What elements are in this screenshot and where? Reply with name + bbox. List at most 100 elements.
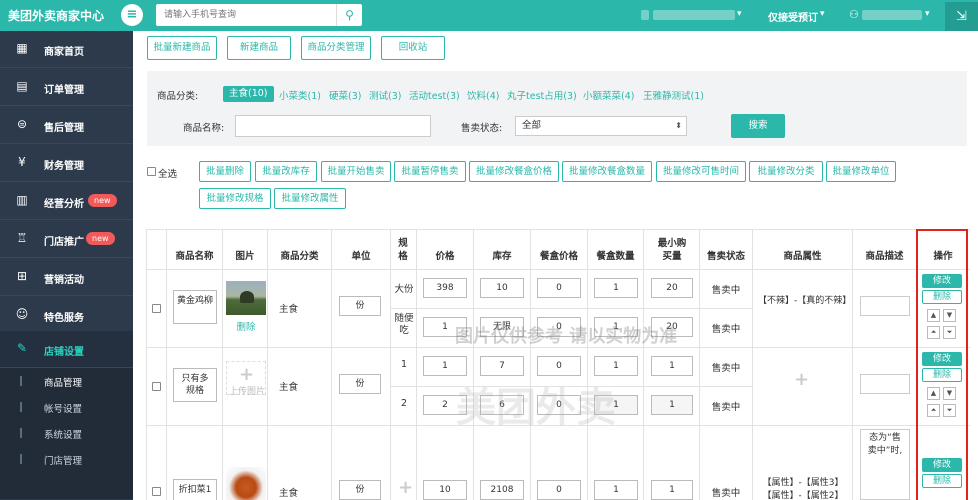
add-attribute-icon[interactable]: + xyxy=(794,369,809,390)
after-sales-icon: ⊜ xyxy=(16,117,28,131)
batch-category-button[interactable]: 批量修改分类 xyxy=(749,161,823,182)
sidebar-item-store-settings[interactable]: ✎ 店铺设置 xyxy=(0,331,133,368)
batch-create-button[interactable]: 批量新建商品 xyxy=(147,36,217,60)
unit-input[interactable]: 份 xyxy=(339,480,381,500)
product-name-input[interactable] xyxy=(235,115,431,137)
batch-spec-button[interactable]: 批量修改规格 xyxy=(199,188,271,209)
batch-delete-button[interactable]: 批量删除 xyxy=(199,161,251,182)
stock-input[interactable]: 2108 xyxy=(480,480,524,500)
batch-start-sale-button[interactable]: 批量开始售卖 xyxy=(321,161,391,182)
stock-input[interactable]: 10 xyxy=(480,278,524,298)
min-buy-input[interactable]: 1 xyxy=(651,395,693,415)
category-link[interactable]: 活动test(3) xyxy=(409,88,460,102)
submenu-item-products[interactable]: 商品管理 xyxy=(44,375,82,389)
sidebar-item-promotion[interactable]: ♖ 门店推广 new xyxy=(0,221,133,258)
category-manage-button[interactable]: 商品分类管理 xyxy=(301,36,371,60)
search-submit-button[interactable]: 搜索 xyxy=(731,114,785,138)
top-header: 美团外卖商家中心 ≡ ⚲ ▾ 仅接受预订 ▾ ⚇ ▾ ⇲ xyxy=(0,0,978,31)
recycle-bin-button[interactable]: 回收站 xyxy=(381,36,445,60)
category-link[interactable]: 小菜类(1) xyxy=(279,88,321,102)
row-checkbox[interactable] xyxy=(152,304,161,313)
submenu-item-account[interactable]: 帐号设置 xyxy=(44,401,82,415)
sidebar-item-orders[interactable]: ▤ 订单管理 xyxy=(0,69,133,106)
app-title: 美团外卖商家中心 xyxy=(8,9,105,23)
order-icon: ▤ xyxy=(16,79,28,93)
product-name-box[interactable]: 黄金鸡柳 xyxy=(173,290,217,324)
unit-value: 份 xyxy=(355,301,365,311)
batch-box-price-button[interactable]: 批量修改餐盒价格 xyxy=(469,161,559,182)
price-input[interactable]: 398 xyxy=(423,278,467,298)
batch-attribute-button[interactable]: 批量修改属性 xyxy=(274,188,346,209)
description-input[interactable] xyxy=(860,296,910,316)
spec-row-sep xyxy=(390,308,752,309)
category-link[interactable]: 王雅静测试(1) xyxy=(643,88,704,102)
category-link[interactable]: 饮料(4) xyxy=(467,88,499,102)
col-header-name: 商品名称 xyxy=(175,251,214,262)
chevron-down-icon[interactable]: ▾ xyxy=(925,9,930,19)
chevron-down-icon[interactable]: ▾ xyxy=(820,9,825,19)
image-delete-link[interactable]: 删除 xyxy=(230,319,262,333)
submenu-item-system[interactable]: 系统设置 xyxy=(44,427,82,441)
status-select[interactable]: 全部 ⬍ xyxy=(515,116,687,136)
sidebar-item-services[interactable]: ☺ 特色服务 xyxy=(0,297,133,334)
product-name-label: 商品名称: xyxy=(183,123,225,134)
product-name-box[interactable]: 只有多规格 xyxy=(173,368,217,402)
batch-sale-time-button[interactable]: 批量修改可售时间 xyxy=(656,161,746,182)
category-link[interactable]: 测试(3) xyxy=(369,88,401,102)
box-price-input[interactable]: 0 xyxy=(537,356,581,376)
chart-icon: ▥ xyxy=(16,193,28,207)
box-price-input[interactable]: 0 xyxy=(537,278,581,298)
min-buy-input[interactable]: 20 xyxy=(651,278,693,298)
unit-input[interactable]: 份 xyxy=(339,296,381,316)
row-checkbox[interactable] xyxy=(152,487,161,496)
description-textarea[interactable]: 态为“售卖中”时, xyxy=(860,429,910,500)
box-qty-input[interactable]: 1 xyxy=(594,356,638,376)
product-name-box[interactable]: 折扣菜1 xyxy=(173,479,217,500)
row-checkbox[interactable] xyxy=(152,382,161,391)
search-button[interactable]: ⚲ xyxy=(336,4,362,26)
booking-mode-dropdown[interactable]: 仅接受预订 xyxy=(768,9,818,24)
product-category: 主食 xyxy=(279,488,299,499)
sidebar-item-label: 门店推广 xyxy=(44,237,84,248)
unit-input[interactable]: 份 xyxy=(339,374,381,394)
box-price-input[interactable]: 0 xyxy=(537,480,581,500)
batch-unit-button[interactable]: 批量修改单位 xyxy=(826,161,896,182)
category-main-food[interactable]: 主食(10) xyxy=(223,86,274,102)
box-qty-input[interactable]: 1 xyxy=(594,480,638,500)
sidebar-item-after-sales[interactable]: ⊜ 售后管理 xyxy=(0,107,133,144)
col-header-description: 商品描述 xyxy=(865,251,904,262)
product-category: 主食 xyxy=(279,304,299,315)
price-input[interactable]: 1 xyxy=(423,356,467,376)
batch-stock-button[interactable]: 批量改库存 xyxy=(255,161,317,182)
chevron-down-icon[interactable]: ▾ xyxy=(737,9,742,19)
user-icon[interactable]: ⚇ xyxy=(849,8,859,21)
batch-box-qty-button[interactable]: 批量修改餐盒数量 xyxy=(562,161,652,182)
category-link[interactable]: 硬菜(3) xyxy=(329,88,361,102)
create-product-button[interactable]: 新建商品 xyxy=(227,36,291,60)
product-image xyxy=(226,281,266,315)
submenu-item-stores[interactable]: 门店管理 xyxy=(44,453,82,467)
product-category: 主食 xyxy=(279,382,299,393)
price-input[interactable]: 10 xyxy=(423,480,467,500)
select-all-checkbox[interactable] xyxy=(147,167,156,176)
box-qty-input[interactable]: 1 xyxy=(594,278,638,298)
add-spec-icon[interactable]: + xyxy=(398,477,413,498)
description-input[interactable] xyxy=(860,374,910,394)
menu-toggle-button[interactable]: ≡ xyxy=(121,4,143,26)
min-buy-input[interactable]: 1 xyxy=(651,480,693,500)
category-link[interactable]: 小额菜菜(4) xyxy=(583,88,634,102)
price-value: 1 xyxy=(442,361,448,371)
sidebar-item-home[interactable]: ▦ 商家首页 xyxy=(0,31,133,68)
category-link[interactable]: 丸子test占用(3) xyxy=(507,88,577,102)
logout-button[interactable]: ⇲ xyxy=(945,2,978,31)
finance-icon: ¥ xyxy=(18,155,26,169)
sidebar-item-analytics[interactable]: ▥ 经营分析 new xyxy=(0,183,133,220)
sidebar-item-finance[interactable]: ¥ 财务管理 xyxy=(0,145,133,182)
stock-input[interactable]: 7 xyxy=(480,356,524,376)
image-upload-placeholder[interactable]: + 上传图片 xyxy=(226,361,266,397)
min-buy-input[interactable]: 1 xyxy=(651,356,693,376)
sidebar-item-marketing[interactable]: ⊞ 营销活动 xyxy=(0,259,133,296)
wrench-icon: ✎ xyxy=(16,341,28,355)
batch-pause-sale-button[interactable]: 批量暂停售卖 xyxy=(394,161,466,182)
phone-search-input[interactable] xyxy=(156,4,334,26)
